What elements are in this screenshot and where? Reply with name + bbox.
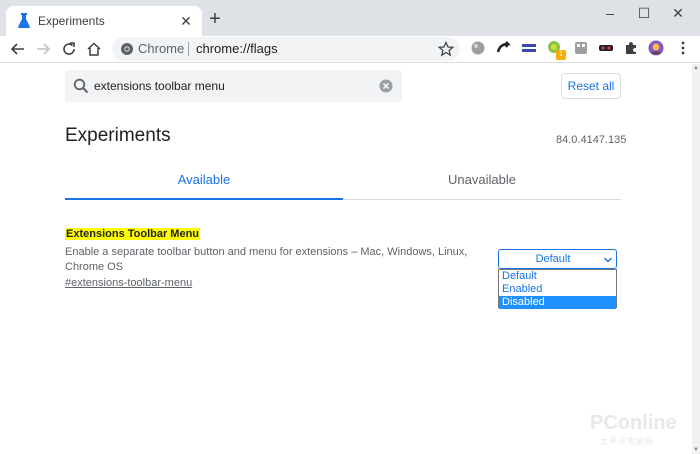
browser-tab-experiments[interactable]: Experiments ✕ [6, 6, 202, 36]
home-icon[interactable] [85, 40, 103, 58]
scroll-up-icon[interactable]: ▲ [692, 64, 700, 72]
extension-grid-icon[interactable] [573, 40, 589, 56]
flag-permalink[interactable]: #extensions-toolbar-menu [65, 277, 192, 289]
back-icon[interactable] [9, 40, 27, 58]
watermark: PConline 太平洋电脑网 [590, 412, 690, 452]
forward-icon[interactable] [34, 40, 52, 58]
tab-strip: Experiments ✕ + – ☐ ✕ [0, 0, 700, 36]
reload-icon[interactable] [60, 40, 78, 58]
watermark-subtitle: 太平洋电脑网 [600, 437, 654, 446]
tab-title: Experiments [38, 14, 105, 28]
extension-grey-ball-icon[interactable] [470, 40, 486, 56]
extension-mask-icon[interactable] [598, 40, 614, 56]
flag-title: Extensions Toolbar Menu [65, 228, 201, 240]
browser-toolbar: Chrome chrome://flags 1 [0, 36, 700, 63]
puzzle-icon[interactable] [623, 40, 639, 56]
omnibox-divider [188, 42, 189, 56]
omnibox-chip: Chrome [138, 41, 185, 56]
search-box [65, 70, 402, 102]
flags-page: Reset all Experiments 84.0.4147.135 Avai… [0, 64, 700, 454]
vertical-scrollbar[interactable]: ▲ ▼ [692, 64, 700, 454]
search-input[interactable] [94, 77, 374, 95]
watermark-logo: PConline [590, 412, 677, 434]
select-value: Default [535, 253, 571, 265]
page-title: Experiments [65, 125, 171, 146]
omnibox-url[interactable]: chrome://flags [196, 41, 278, 56]
plus-icon[interactable]: + [206, 9, 224, 29]
window-close-icon[interactable]: ✕ [667, 4, 689, 22]
flag-description: Enable a separate toolbar button and men… [65, 246, 468, 273]
scroll-down-icon[interactable]: ▼ [692, 446, 700, 454]
maximize-icon[interactable]: ☐ [633, 4, 655, 22]
close-icon[interactable]: ✕ [178, 13, 194, 29]
extension-bars-icon[interactable] [521, 40, 537, 56]
menu-icon[interactable] [675, 40, 691, 56]
flag-state-select[interactable]: Default [498, 249, 617, 269]
option-default[interactable]: Default [499, 270, 616, 283]
extension-badge: 1 [556, 50, 566, 60]
flask-icon [18, 13, 30, 28]
chrome-icon [121, 43, 133, 55]
select-options-list: Default Enabled Disabled [498, 269, 617, 309]
search-icon [73, 78, 89, 94]
version-label: 84.0.4147.135 [556, 134, 627, 146]
clear-icon[interactable] [379, 79, 393, 93]
omnibox[interactable]: Chrome chrome://flags [112, 37, 460, 61]
minimize-icon[interactable]: – [599, 4, 621, 22]
star-icon[interactable] [438, 41, 454, 57]
option-disabled[interactable]: Disabled [499, 296, 616, 309]
reset-all-button[interactable]: Reset all [561, 73, 621, 99]
option-enabled[interactable]: Enabled [499, 283, 616, 296]
chevron-down-icon [604, 257, 612, 263]
tab-available[interactable]: Available [65, 168, 343, 200]
avatar[interactable] [648, 40, 664, 56]
extension-arrow-icon[interactable] [496, 40, 512, 56]
tab-unavailable[interactable]: Unavailable [343, 168, 621, 200]
